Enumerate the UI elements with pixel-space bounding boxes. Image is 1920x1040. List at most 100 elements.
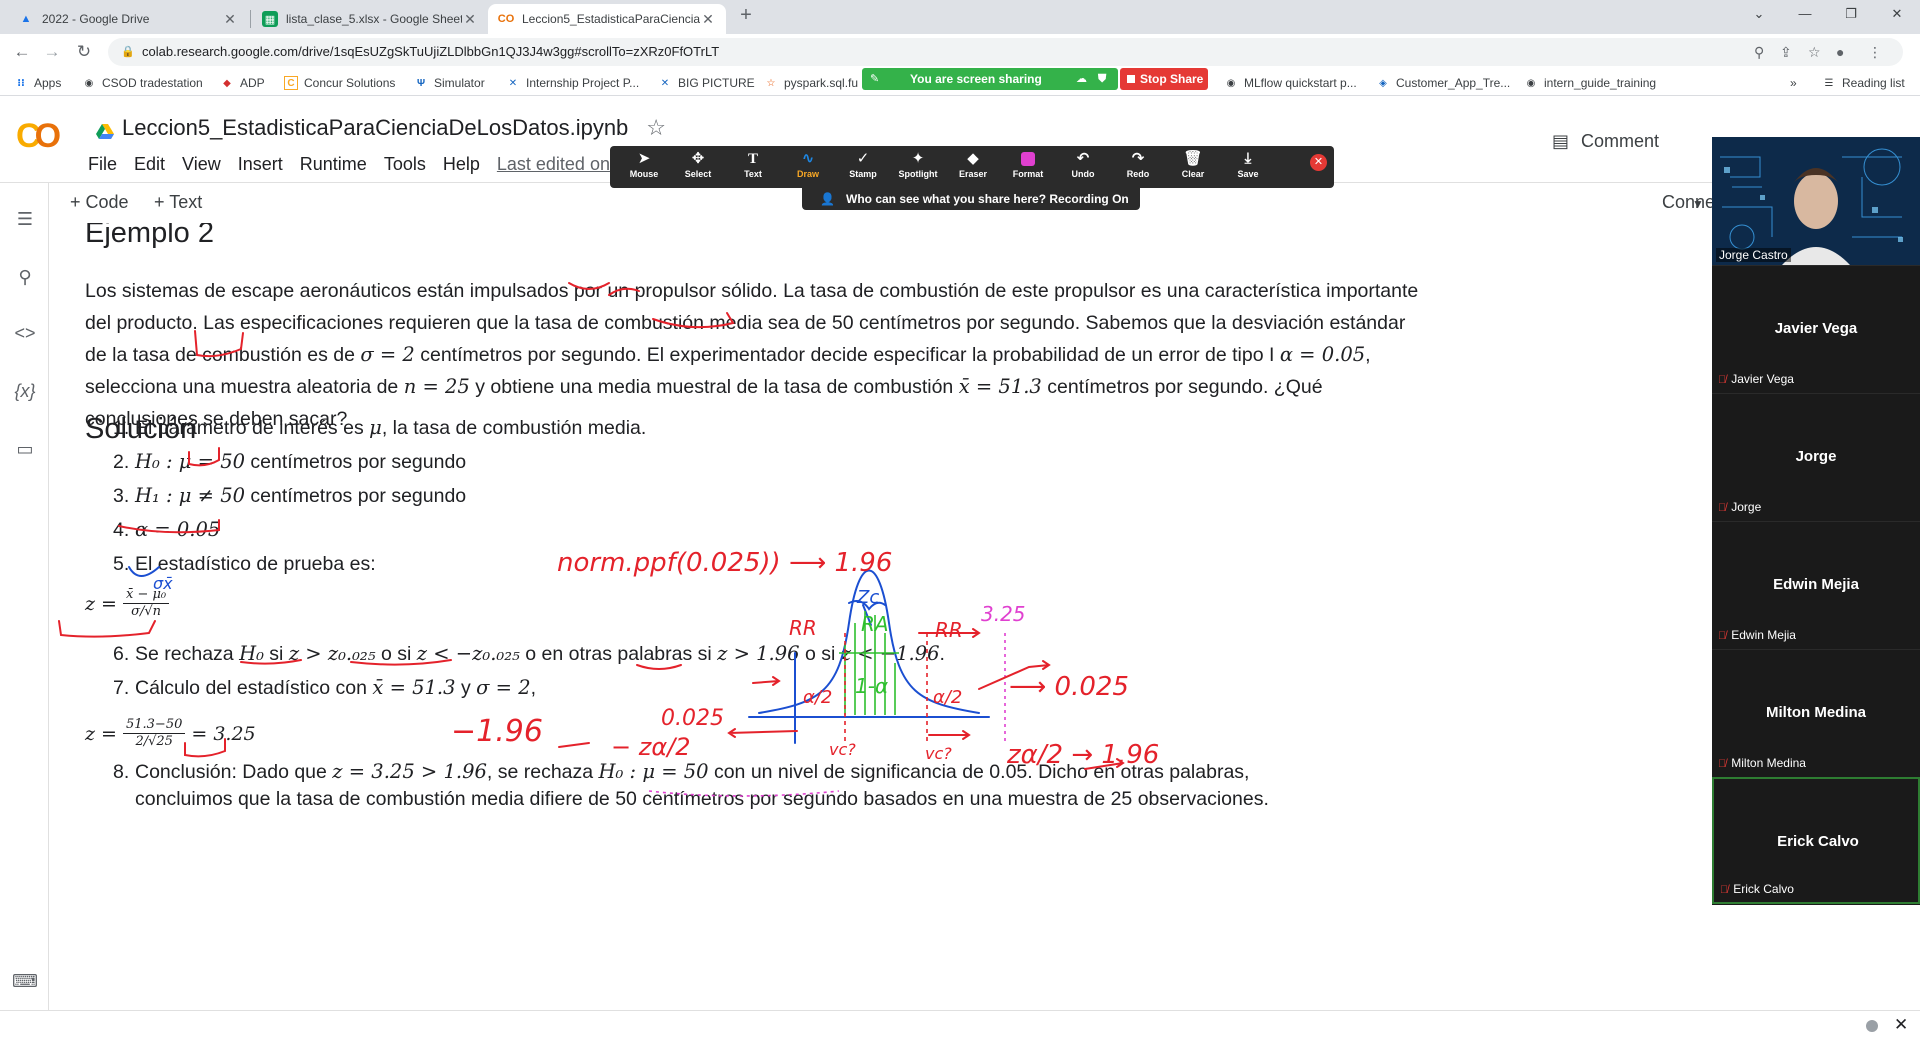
screen-sharing-indicator[interactable]: ✎ You are screen sharing ☁ ⛊ [862, 68, 1118, 90]
last-edited-link[interactable]: Last edited on [497, 154, 610, 175]
star-icon[interactable]: ☆ [646, 115, 666, 141]
back-icon[interactable]: ← [10, 40, 34, 64]
bookmark-big-picture[interactable]: ✕ BIG PICTURE [658, 74, 755, 92]
fraction: 51.3−50 2/√25 [122, 717, 186, 750]
code-snippets-icon[interactable]: <> [12, 323, 38, 344]
new-tab-button[interactable]: + [732, 4, 760, 32]
bookmark-label: BIG PICTURE [678, 76, 755, 90]
table-of-contents-icon[interactable]: ☰ [12, 209, 38, 230]
problem-statement: Los sistemas de escape aeronáuticos está… [85, 275, 1425, 435]
bookmark-label: pyspark.sql.fu [784, 76, 859, 90]
equation-lhs: z = [85, 592, 117, 615]
tab-search-icon[interactable]: ⌄ [1736, 6, 1782, 22]
close-icon[interactable]: ✕ [1894, 1015, 1908, 1035]
list-number: 1. [113, 417, 130, 439]
tool-spotlight[interactable]: ✦ Spotlight [891, 149, 945, 179]
participant-tile[interactable]: Edwin Mejia 🎙̸ Edwin Mejia [1712, 521, 1920, 648]
stop-share-button[interactable]: Stop Share [1120, 68, 1208, 90]
command-palette-icon[interactable]: ⌨ [12, 971, 38, 992]
minimize-button[interactable]: — [1782, 6, 1828, 21]
tool-select[interactable]: ✥ Select [671, 149, 725, 179]
bookmarks-overflow-icon[interactable]: » [1790, 74, 1797, 92]
tool-format[interactable]: Format [1001, 149, 1055, 179]
close-window-button[interactable]: ✕ [1874, 6, 1920, 22]
tab-google-drive[interactable]: ▲ 2022 - Google Drive ✕ [8, 4, 248, 34]
bookmark-internship[interactable]: ✕ Internship Project P... [506, 74, 639, 92]
bookmark-mlflow[interactable]: ◉ MLflow quickstart p... [1224, 74, 1357, 92]
annotation-toolbar: ➤ Mouse ✥ Select T Text ∿ Draw ✓ Stamp ✦ Spotl… [610, 146, 1334, 188]
bookmark-pyspark[interactable]: ☆ pyspark.sql.fu [764, 74, 859, 92]
colab-logo[interactable]: CO [16, 117, 61, 156]
tool-clear[interactable]: 🗑 Clear [1166, 149, 1220, 179]
forward-icon[interactable]: → [40, 40, 64, 64]
pin-icon: ✎ [870, 73, 880, 85]
menu-edit[interactable]: Edit [134, 154, 165, 175]
menu-insert[interactable]: Insert [238, 154, 283, 175]
bookmark-adp[interactable]: ◆ ADP [220, 74, 265, 92]
profile-avatar-icon[interactable]: ● [1836, 38, 1844, 66]
menu-tools[interactable]: Tools [384, 154, 426, 175]
blue-handwriting: Zc σx̄ [153, 574, 879, 608]
participant-label-text: Erick Calvo [1733, 882, 1794, 896]
zoom-icon[interactable]: ⚲ [1754, 38, 1764, 66]
participant-tile[interactable]: Javier Vega 🎙̸ Javier Vega [1712, 265, 1920, 392]
share-icon[interactable]: ⇪ [1780, 38, 1792, 66]
participant-tile[interactable]: Milton Medina 🎙̸ Milton Medina [1712, 649, 1920, 776]
add-code-button[interactable]: + Code [70, 192, 129, 213]
tab-colab-notebook[interactable]: CO Leccion5_EstadisticaParaCienciaD ✕ [488, 4, 726, 34]
tool-text[interactable]: T Text [726, 149, 780, 179]
reload-icon[interactable]: ↻ [72, 40, 96, 64]
close-tab-icon[interactable]: ✕ [462, 11, 478, 28]
bookmark-star-icon[interactable]: ☆ [1808, 38, 1821, 66]
presenter-name: Jorge Castro [1716, 248, 1791, 262]
menu-runtime[interactable]: Runtime [300, 154, 367, 175]
tool-draw[interactable]: ∿ Draw [781, 149, 835, 179]
presenter-video[interactable]: Jorge Castro [1712, 137, 1920, 265]
ink-ra: RA [861, 612, 889, 636]
tool-save[interactable]: ⤓ Save [1221, 149, 1275, 179]
reading-list-button[interactable]: ☰ Reading list [1822, 74, 1905, 92]
notebook-text-cell[interactable]: Ejemplo 2 Los sistemas de escape aeronáu… [49, 223, 1712, 1010]
menu-view[interactable]: View [182, 154, 221, 175]
tab-google-sheets[interactable]: ▦ lista_clase_5.xlsx - Google Sheets ✕ [252, 4, 488, 34]
bookmark-apps[interactable]: ⁝⁝ Apps [14, 74, 61, 92]
math-n: n = 25 [403, 375, 470, 398]
participant-label: 🎙̸ Erick Calvo [1720, 882, 1794, 896]
participant-tile[interactable]: Jorge 🎙̸ Jorge [1712, 393, 1920, 520]
search-icon[interactable]: ⚲ [12, 267, 38, 288]
tool-mouse[interactable]: ➤ Mouse [617, 149, 671, 179]
bookmark-intern-guide[interactable]: ◉ intern_guide_training [1524, 74, 1656, 92]
tool-label: Stamp [849, 169, 877, 179]
connect-dropdown-icon[interactable]: ▼ [1692, 197, 1704, 211]
participant-label: 🎙̸ Milton Medina [1718, 756, 1806, 770]
menu-help[interactable]: Help [443, 154, 480, 175]
bookmark-customer-app[interactable]: ◈ Customer_App_Tre... [1376, 74, 1510, 92]
bookmark-concur[interactable]: C Concur Solutions [284, 74, 395, 92]
add-text-button[interactable]: + Text [154, 192, 202, 213]
notebook-title[interactable]: Leccion5_EstadisticaParaCienciaDeLosDato… [96, 115, 666, 141]
ink-0025-right: ⟶ 0.025 [1009, 672, 1129, 702]
bookmark-simulator[interactable]: Ψ Simulator [414, 74, 485, 92]
list-number: 7. [113, 677, 130, 699]
tool-redo[interactable]: ↷ Redo [1111, 149, 1165, 179]
tool-stamp[interactable]: ✓ Stamp [836, 149, 890, 179]
participant-tile-active[interactable]: Erick Calvo 🎙̸ Erick Calvo [1712, 777, 1920, 904]
restore-button[interactable]: ❐ [1828, 6, 1874, 22]
menu-file[interactable]: File [88, 154, 117, 175]
tool-undo[interactable]: ↶ Undo [1056, 149, 1110, 179]
close-annotation-button[interactable]: ✕ [1310, 154, 1327, 171]
close-tab-icon[interactable]: ✕ [222, 11, 238, 28]
tool-eraser[interactable]: ◆ Eraser [946, 149, 1000, 179]
variables-icon[interactable]: {x} [12, 381, 38, 402]
tool-label: Save [1237, 169, 1259, 179]
url-input[interactable]: 🔒 colab.research.google.com/drive/1sqEsU… [108, 38, 1903, 66]
list-text: , [530, 677, 537, 699]
comment-button[interactable]: ▤ Comment [1552, 131, 1659, 152]
recording-notice[interactable]: 👤 Who can see what you share here? Recor… [802, 188, 1140, 210]
close-tab-icon[interactable]: ✕ [700, 11, 716, 28]
files-folder-icon[interactable]: ▭ [12, 439, 38, 460]
chrome-menu-icon[interactable]: ⋮ [1868, 38, 1882, 66]
math-h1: H₁ : μ ≠ 50 [135, 484, 246, 507]
eraser-icon: ◆ [967, 150, 979, 167]
bookmark-csod[interactable]: ◉ CSOD tradestation [82, 74, 203, 92]
